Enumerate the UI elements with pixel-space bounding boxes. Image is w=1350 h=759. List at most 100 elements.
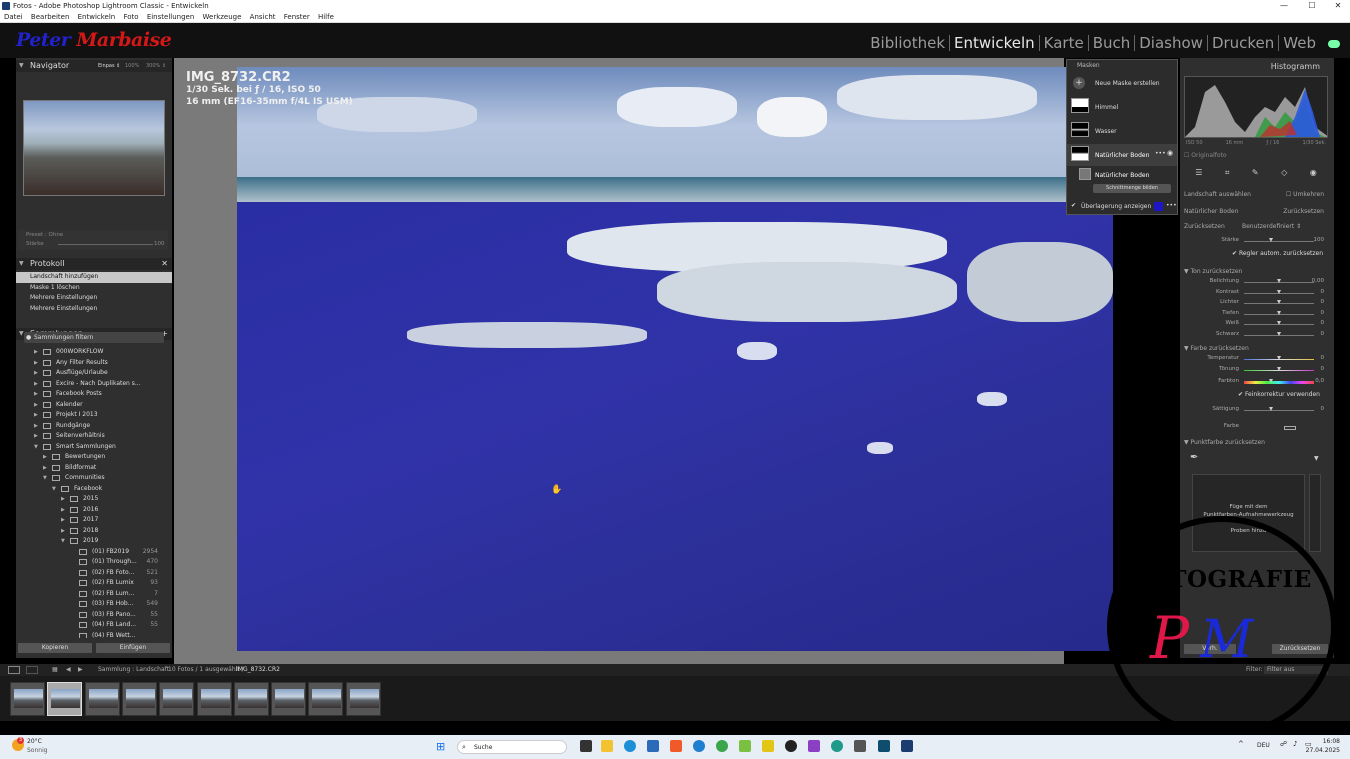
current-file[interactable]: IMG_8732.CR2 xyxy=(236,664,280,676)
eyedropper-icon[interactable]: ✒ xyxy=(1190,452,1198,463)
app-icon[interactable] xyxy=(739,740,751,752)
original-photo-toggle[interactable]: ☐ Originalfoto xyxy=(1184,152,1227,159)
overlay-color-swatch[interactable] xyxy=(1154,202,1163,211)
collection-item[interactable]: ▶ Projekt I 2013 xyxy=(16,410,172,421)
collection-item[interactable]: ▶ Kalender xyxy=(16,400,172,411)
module-buch[interactable]: Buch xyxy=(1089,35,1136,51)
network-icon[interactable]: ☍ xyxy=(1280,740,1287,748)
module-drucken[interactable]: Drucken xyxy=(1208,35,1280,51)
filmstrip-thumbnail[interactable] xyxy=(159,682,195,716)
adjust-slider-row[interactable]: Lichter 0 xyxy=(1184,299,1328,309)
filmstrip-thumbnail[interactable] xyxy=(196,682,232,716)
expand-triangle-icon[interactable]: ▶ xyxy=(61,494,65,505)
slider-knob[interactable] xyxy=(1277,366,1281,371)
main-photo[interactable]: ✋ xyxy=(237,67,1113,651)
checkbox-checked-icon[interactable]: ✔ xyxy=(1071,202,1076,209)
auto-reset-toggle[interactable]: ✔ Regler autom. zurücksetzen xyxy=(1232,250,1350,257)
expand-triangle-icon[interactable]: ▶ xyxy=(34,358,38,369)
collection-item[interactable]: (04) FB Land... 55 xyxy=(16,620,172,631)
menu-werkzeuge[interactable]: Werkzeuge xyxy=(203,13,242,21)
collection-item[interactable]: ▶ Facebook Posts xyxy=(16,389,172,400)
module-bibliothek[interactable]: Bibliothek xyxy=(866,35,951,51)
expand-triangle-icon[interactable]: ▼ xyxy=(52,484,56,495)
edit-sliders-icon[interactable]: ☰ xyxy=(1195,168,1202,182)
maximize-button[interactable]: ☐ xyxy=(1300,0,1324,12)
filmstrip-thumbnail[interactable] xyxy=(121,682,157,716)
expand-triangle-icon[interactable]: ▶ xyxy=(61,526,65,537)
app-icon[interactable] xyxy=(762,740,774,752)
filmstrip-thumbnail[interactable] xyxy=(233,682,269,716)
expand-triangle-icon[interactable]: ▼ xyxy=(43,473,47,484)
app-icon[interactable] xyxy=(808,740,820,752)
module-diashow[interactable]: Diashow xyxy=(1135,35,1208,51)
adjust-slider-row[interactable]: Belichtung 0,00 xyxy=(1184,278,1328,288)
edge-browser-icon[interactable] xyxy=(624,740,636,752)
input-language[interactable]: DEU xyxy=(1257,742,1270,749)
filmstrip-thumbnail[interactable] xyxy=(308,682,344,716)
expand-triangle-icon[interactable]: ▶ xyxy=(34,389,38,400)
collection-item[interactable]: (03) FB Hob... 549 xyxy=(16,599,172,610)
back-arrow-icon[interactable]: ◀ xyxy=(66,664,71,676)
slider-knob[interactable] xyxy=(1277,356,1281,360)
color-header[interactable]: ▼ Farbe zurücksetzen xyxy=(1184,345,1328,352)
clock-time[interactable]: 16:08 xyxy=(1316,738,1340,745)
app-icon[interactable] xyxy=(831,740,843,752)
zoom-fit[interactable]: Einpas ⇕ xyxy=(98,60,120,72)
minimize-button[interactable]: — xyxy=(1272,0,1296,12)
lightroom-taskbar-icon[interactable] xyxy=(901,740,913,752)
taskbar-app-icon[interactable] xyxy=(580,740,592,752)
history-clear-icon[interactable]: ✕ xyxy=(161,258,168,270)
app-icon[interactable] xyxy=(878,740,890,752)
history-item[interactable]: Landschaft hinzufügen xyxy=(16,272,172,283)
copy-settings-button[interactable]: Kopieren xyxy=(18,643,92,653)
menu-datei[interactable]: Datei xyxy=(4,13,23,21)
filmstrip-thumbnail[interactable] xyxy=(345,682,381,716)
history-header[interactable]: Protokoll ✕ xyxy=(16,258,172,270)
mask-item-wasser[interactable]: Wasser xyxy=(1067,122,1177,142)
adjust-slider-row[interactable]: Temperatur 0 xyxy=(1184,355,1328,365)
masking-icon[interactable]: ◉ xyxy=(1310,168,1317,182)
app-icon[interactable] xyxy=(693,740,705,752)
collection-item[interactable]: (04) FB Wett... xyxy=(16,631,172,638)
history-item[interactable]: Mehrere Einstellungen xyxy=(16,304,172,315)
menu-hilfe[interactable]: Hilfe xyxy=(318,13,334,21)
collection-item[interactable]: ▶ 2018 xyxy=(16,526,172,537)
store-icon[interactable] xyxy=(647,740,659,752)
adjust-slider-row[interactable]: Schwarz 0 xyxy=(1184,331,1328,341)
eye-icon[interactable]: ◉ xyxy=(1167,149,1173,157)
collection-item[interactable]: (03) FB Pano... 55 xyxy=(16,610,172,621)
collection-item[interactable]: (01) FB2019 2954 xyxy=(16,547,172,558)
clock-date[interactable]: 27.04.2025 xyxy=(1300,747,1340,754)
pointcolor-header[interactable]: ▼ Punktfarbe zurücksetzen xyxy=(1184,439,1328,446)
hue-slider-track[interactable] xyxy=(1244,381,1314,384)
expand-triangle-icon[interactable]: ▶ xyxy=(34,431,38,442)
mask-item-natuerlicher-boden[interactable]: Natürlicher Boden ••• ◉ xyxy=(1067,144,1177,166)
forward-arrow-icon[interactable]: ▶ xyxy=(78,664,83,676)
collection-item[interactable]: (02) FB Lum... 7 xyxy=(16,589,172,600)
adjust-slider-row[interactable]: Tiefen 0 xyxy=(1184,310,1328,320)
effect-dropdown[interactable]: Benutzerdefiniert ⇕ xyxy=(1242,223,1301,230)
zoom-100[interactable]: 100% xyxy=(125,60,139,72)
overlay-options-icon[interactable]: ••• xyxy=(1166,202,1177,209)
heal-icon[interactable]: ✎ xyxy=(1252,168,1259,182)
expand-triangle-icon[interactable]: ▶ xyxy=(34,368,38,379)
tray-chevron-icon[interactable]: ^ xyxy=(1238,740,1244,748)
tone-header[interactable]: ▼ Ton zurücksetzen xyxy=(1184,268,1328,275)
taskbar-search-box[interactable]: ⌕ Suche xyxy=(457,740,567,754)
file-explorer-icon[interactable] xyxy=(601,740,613,752)
expand-triangle-icon[interactable]: ▶ xyxy=(61,505,65,516)
app-icon[interactable] xyxy=(716,740,728,752)
redeye-icon[interactable]: ◇ xyxy=(1281,168,1287,182)
expand-triangle-icon[interactable]: ▶ xyxy=(34,347,38,358)
histogram-title[interactable]: Histogramm xyxy=(1271,62,1320,71)
history-item[interactable]: Mehrere Einstellungen xyxy=(16,293,172,304)
expand-triangle-icon[interactable]: ▶ xyxy=(34,421,38,432)
color-swatch[interactable] xyxy=(1284,426,1296,430)
expand-triangle-icon[interactable]: ▶ xyxy=(34,410,38,421)
overlay-toggle[interactable]: ✔ Überlagerung anzeigen ••• xyxy=(1067,202,1177,214)
expand-triangle-icon[interactable]: ▶ xyxy=(61,515,65,526)
amount-slider-row[interactable]: Stärke 100 xyxy=(1184,237,1328,247)
slider-knob[interactable] xyxy=(1277,310,1281,315)
collection-item[interactable]: ▶ Excire - Nach Duplikaten s... xyxy=(16,379,172,390)
module-karte[interactable]: Karte xyxy=(1040,35,1089,51)
